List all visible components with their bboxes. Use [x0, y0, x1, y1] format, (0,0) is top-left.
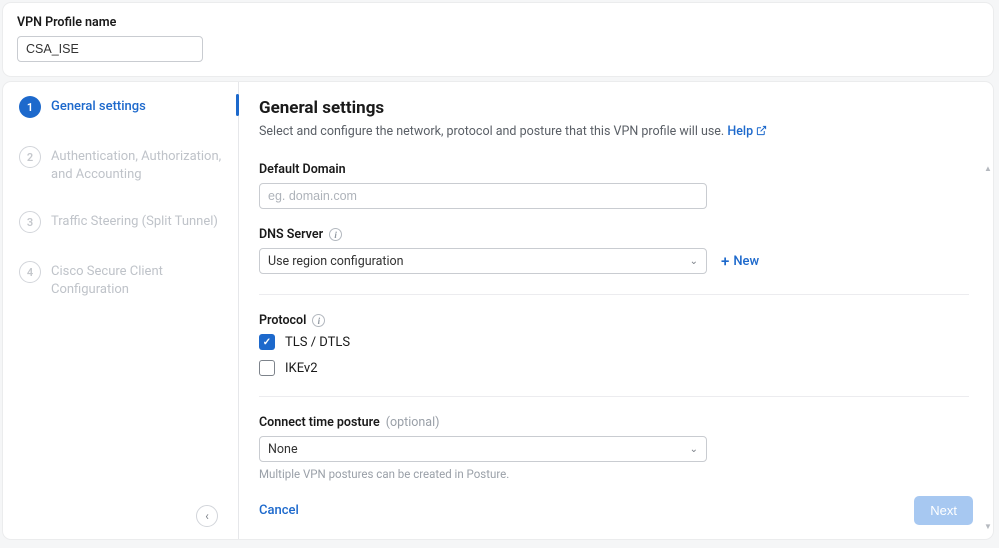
wizard-footer: Cancel Next [259, 496, 973, 525]
step-label: Cisco Secure Client Configuration [51, 261, 222, 298]
step-number: 2 [19, 146, 41, 168]
collapse-sidebar-button[interactable]: ‹ [196, 505, 218, 527]
cancel-button[interactable]: Cancel [259, 503, 299, 518]
posture-select[interactable]: None ⌄ [259, 436, 707, 462]
step-label: General settings [51, 96, 146, 116]
checkbox-unchecked-icon [259, 360, 275, 376]
plus-icon: + [721, 254, 729, 269]
dns-row: Use region configuration ⌄ + New [259, 248, 973, 274]
desc-text: Select and configure the network, protoc… [259, 124, 724, 139]
optional-tag: (optional) [386, 415, 440, 430]
step-number: 4 [19, 261, 41, 283]
scroll-down-arrow-icon: ▼ [984, 522, 992, 531]
section-divider [259, 396, 969, 397]
profile-header-card: VPN Profile name [3, 3, 993, 76]
section-divider [259, 294, 969, 295]
chevron-down-icon: ⌄ [690, 256, 698, 267]
profile-name-input[interactable] [17, 36, 203, 62]
protocol-option-tls[interactable]: ✓ TLS / DTLS [259, 334, 973, 350]
default-domain-field: Default Domain [259, 162, 973, 209]
step-number: 1 [19, 96, 41, 118]
new-label: New [733, 254, 759, 269]
new-dns-button[interactable]: + New [721, 254, 759, 269]
protocol-label-text: Protocol [259, 313, 306, 328]
step-traffic-steering[interactable]: 3 Traffic Steering (Split Tunnel) [19, 211, 222, 233]
step-client-config[interactable]: 4 Cisco Secure Client Configuration [19, 261, 222, 298]
posture-label: Connect time posture (optional) [259, 415, 973, 430]
scroll-up-arrow-icon: ▲ [984, 164, 992, 173]
posture-label-text: Connect time posture [259, 415, 380, 430]
dns-label-text: DNS Server [259, 227, 323, 242]
dns-server-field: DNS Server i Use region configuration ⌄ … [259, 227, 973, 274]
default-domain-input[interactable] [259, 183, 707, 209]
page-description: Select and configure the network, protoc… [259, 124, 973, 140]
wizard-main-panel: General settings Select and configure th… [239, 82, 993, 539]
wizard-card: 1 General settings 2 Authentication, Aut… [3, 82, 993, 539]
dns-server-label: DNS Server i [259, 227, 973, 242]
external-link-icon [756, 125, 767, 140]
posture-field: Connect time posture (optional) None ⌄ M… [259, 415, 973, 481]
help-label: Help [727, 124, 753, 139]
step-label: Authentication, Authorization, and Accou… [51, 146, 222, 183]
wizard-steps-sidebar: 1 General settings 2 Authentication, Aut… [3, 82, 239, 539]
protocol-label: Protocol i [259, 313, 973, 328]
protocol-option-ikev2[interactable]: IKEv2 [259, 360, 973, 376]
profile-name-label: VPN Profile name [17, 15, 979, 30]
checkbox-label: TLS / DTLS [285, 335, 350, 350]
dns-selected-value: Use region configuration [268, 254, 404, 269]
info-icon[interactable]: i [329, 228, 342, 241]
help-link[interactable]: Help [727, 124, 767, 139]
default-domain-label: Default Domain [259, 162, 973, 177]
info-icon[interactable]: i [312, 314, 325, 327]
step-aaa[interactable]: 2 Authentication, Authorization, and Acc… [19, 146, 222, 183]
step-general-settings[interactable]: 1 General settings [19, 96, 222, 118]
scrollbar[interactable]: ▲ ▼ [983, 164, 991, 531]
dns-server-select[interactable]: Use region configuration ⌄ [259, 248, 707, 274]
posture-selected-value: None [268, 442, 298, 457]
protocol-field: Protocol i ✓ TLS / DTLS IKEv2 [259, 313, 973, 376]
next-button[interactable]: Next [914, 496, 973, 525]
chevron-down-icon: ⌄ [690, 444, 698, 455]
chevron-left-icon: ‹ [205, 509, 209, 523]
checkbox-checked-icon: ✓ [259, 334, 275, 350]
posture-hint: Multiple VPN postures can be created in … [259, 467, 973, 481]
step-label: Traffic Steering (Split Tunnel) [51, 211, 218, 231]
step-number: 3 [19, 211, 41, 233]
checkbox-label: IKEv2 [285, 361, 318, 376]
page-title: General settings [259, 98, 973, 118]
